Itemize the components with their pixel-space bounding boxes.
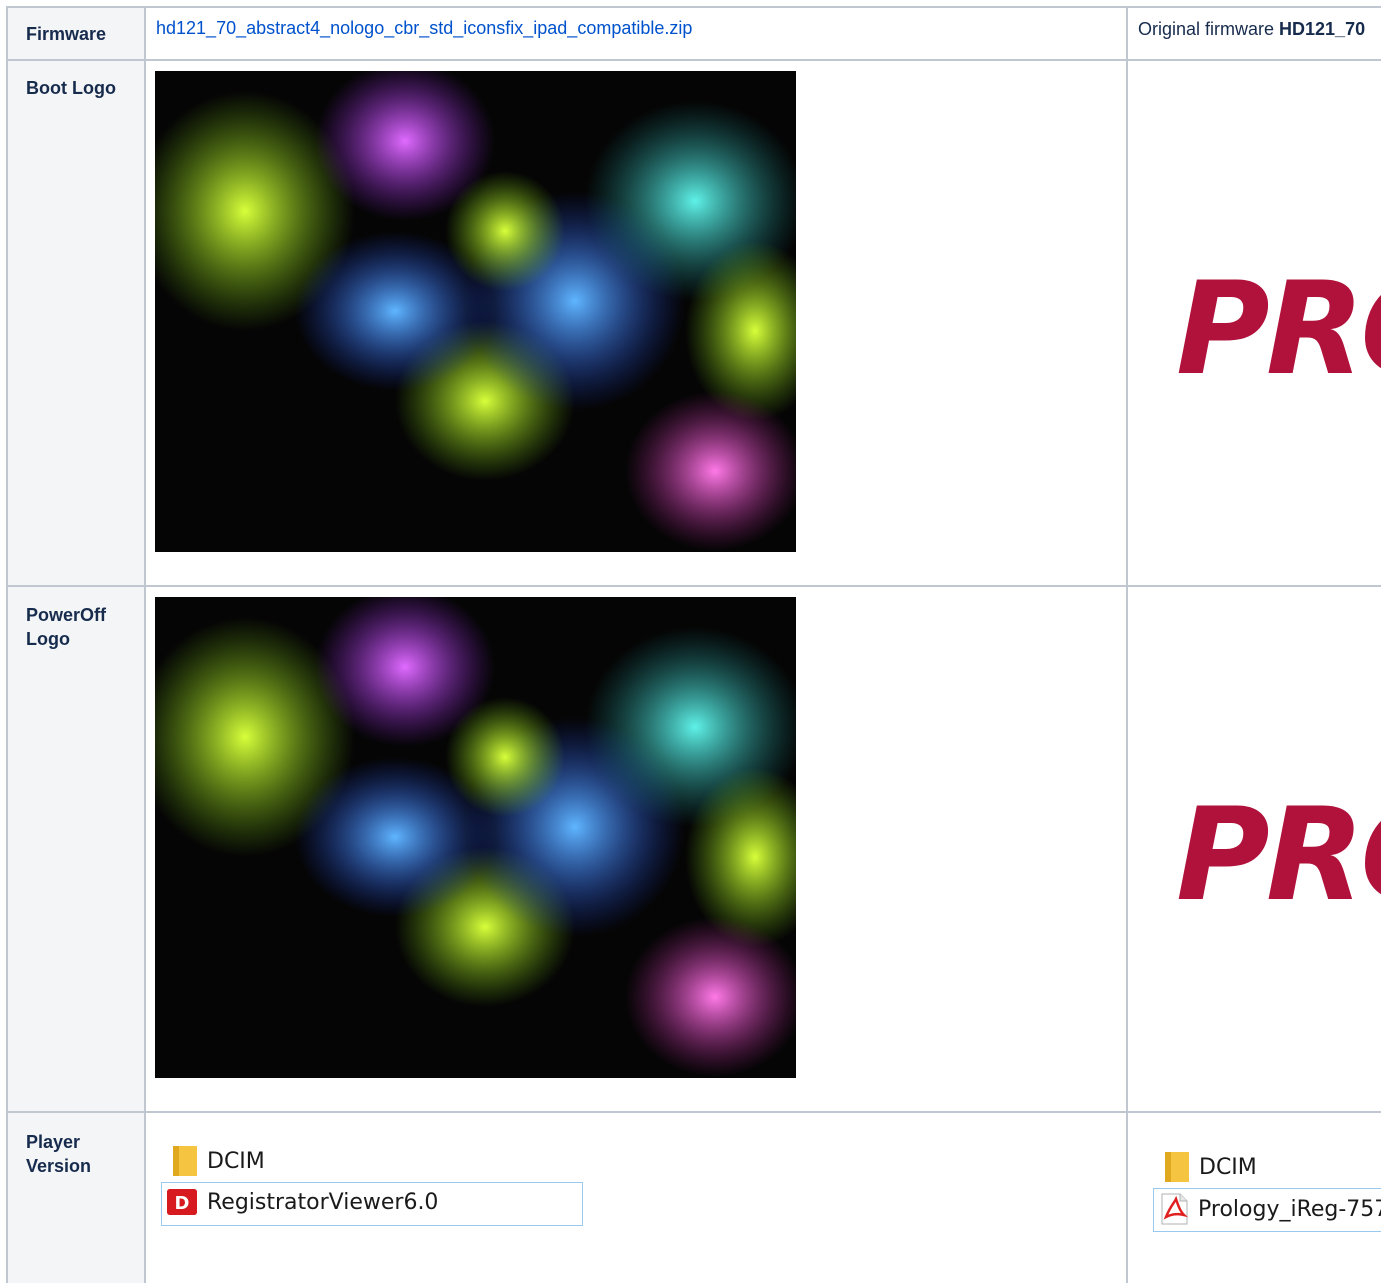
boot-logo-image (155, 71, 796, 552)
grid-line (6, 6, 1381, 8)
grid-line (1126, 6, 1128, 1283)
row-label-boot-logo: Boot Logo (26, 78, 116, 98)
folder-icon (1165, 1152, 1189, 1182)
file-name: DCIM (207, 1148, 265, 1174)
firmware-comparison-table: Firmware hd121_70_abstract4_nologo_cbr_s… (0, 0, 1381, 1283)
row-label-poweroff-logo: PowerOff Logo (26, 605, 107, 649)
row-label-player-version: Player Version (26, 1132, 92, 1176)
poweroff-logo-image (155, 597, 796, 1078)
grid-line (6, 6, 8, 1283)
file-item-dcim[interactable]: DCIM (173, 1146, 265, 1176)
folder-icon (173, 1146, 197, 1176)
original-boot-logo-text: PRO (1176, 255, 1381, 404)
original-file-item-prology[interactable]: Prology_iReg-757 (1160, 1193, 1381, 1225)
file-name: RegistratorViewer6.0 (207, 1189, 439, 1215)
grid-line (6, 585, 1381, 587)
original-firmware-name: HD121_70 (1279, 19, 1366, 39)
file-item-registratorviewer[interactable]: D RegistratorViewer6.0 (167, 1189, 438, 1215)
original-file-item-dcim[interactable]: DCIM (1165, 1152, 1257, 1182)
registrator-viewer-icon: D (167, 1189, 197, 1215)
original-firmware-prefix: Original firmware (1138, 19, 1280, 39)
original-firmware-text: Original firmware HD121_70 (1138, 19, 1365, 40)
grid-line (144, 6, 146, 1283)
file-name: Prology_iReg-757 (1198, 1196, 1381, 1222)
original-poweroff-logo-text: PRO (1176, 781, 1381, 930)
firmware-download-link[interactable]: hd121_70_abstract4_nologo_cbr_std_iconsf… (156, 18, 692, 39)
svg-text:D: D (175, 1193, 190, 1214)
grid-line (6, 59, 1381, 61)
file-name: DCIM (1199, 1154, 1257, 1180)
grid-line (6, 1111, 1381, 1113)
pdf-icon (1160, 1193, 1189, 1225)
row-label-firmware: Firmware (26, 24, 107, 44)
